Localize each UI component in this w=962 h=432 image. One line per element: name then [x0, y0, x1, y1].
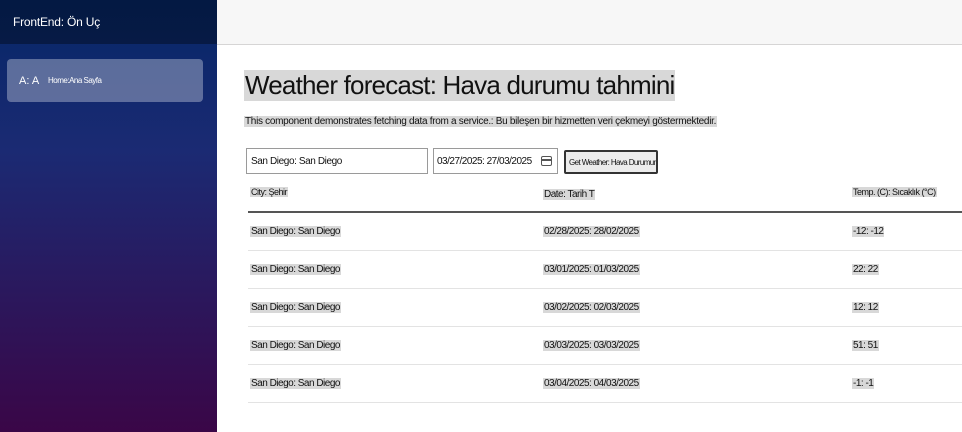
table-row: San Diego: San Diego 03/02/2025: 02/03/2…	[248, 289, 962, 327]
cell-date: 03/02/2025: 02/03/2025	[543, 302, 640, 313]
date-input[interactable]: 03/27/2025: 27/03/2025	[433, 148, 558, 174]
column-header-date: Date: Tarih T	[543, 189, 596, 200]
cell-city: San Diego: San Diego	[250, 340, 341, 351]
table-row: San Diego: San Diego 03/01/2025: 01/03/2…	[248, 251, 962, 289]
home-icon: A: A	[19, 74, 40, 87]
cell-temp: -12: -12	[852, 226, 885, 237]
table-row: San Diego: San Diego 03/04/2025: 04/03/2…	[248, 365, 962, 403]
table-row: San Diego: San Diego 03/03/2025: 03/03/2…	[248, 327, 962, 365]
table-row: San Diego: San Diego 02/28/2025: 28/02/2…	[248, 213, 962, 251]
calendar-icon[interactable]	[541, 156, 552, 166]
sidebar-item-home[interactable]: A: A Home:Ana Sayfa	[7, 59, 203, 102]
cell-city: San Diego: San Diego	[250, 378, 341, 389]
column-header-temp: Temp. (C): Sıcaklık (°C)	[852, 187, 937, 197]
page-title: Weather forecast: Hava durumu tahmini	[244, 70, 676, 101]
brand-title[interactable]: FrontEnd: Ön Uç	[0, 15, 100, 29]
date-value: 03/27/2025: 27/03/2025	[437, 155, 532, 167]
cell-date: 03/01/2025: 01/03/2025	[543, 264, 640, 275]
city-input[interactable]	[246, 148, 428, 174]
cell-city: San Diego: San Diego	[250, 264, 341, 275]
get-weather-button[interactable]: Get Weather: Hava Durumunu Al	[564, 150, 658, 174]
cell-city: San Diego: San Diego	[250, 302, 341, 313]
sidebar: FrontEnd: Ön Uç A: A Home:Ana Sayfa	[0, 0, 217, 432]
page-description: This component demonstrates fetching dat…	[244, 116, 718, 127]
forecast-table: City: Şehir Date: Tarih T Temp. (C): Sıc…	[248, 180, 962, 403]
table-header: City: Şehir Date: Tarih T Temp. (C): Sıc…	[248, 180, 962, 213]
sidebar-item-label: Home:Ana Sayfa	[48, 76, 102, 85]
cell-city: San Diego: San Diego	[250, 226, 341, 237]
cell-date: 02/28/2025: 28/02/2025	[543, 226, 640, 237]
brand-bar: FrontEnd: Ön Uç	[0, 0, 217, 44]
cell-temp: 51: 51	[852, 340, 879, 351]
column-header-city: City: Şehir	[250, 187, 289, 197]
top-row	[217, 0, 962, 45]
cell-date: 03/04/2025: 04/03/2025	[543, 378, 640, 389]
app-window: FrontEnd: Ön Uç A: A Home:Ana Sayfa Weat…	[0, 0, 962, 432]
cell-date: 03/03/2025: 03/03/2025	[543, 340, 640, 351]
cell-temp: 12: 12	[852, 302, 879, 313]
cell-temp: -1: -1	[852, 378, 875, 389]
cell-temp: 22: 22	[852, 264, 879, 275]
